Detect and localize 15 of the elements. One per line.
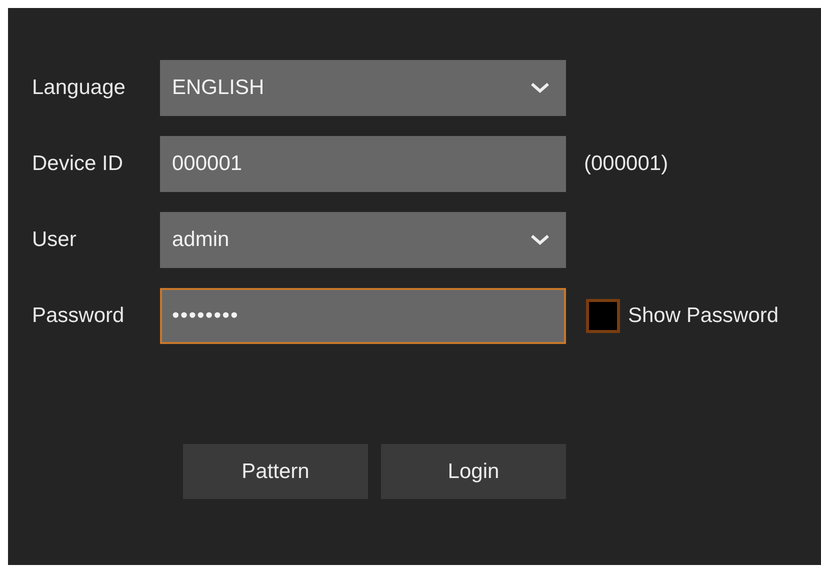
input-field[interactable]: 000001 [160,136,566,192]
checkbox-label: Show Password [628,304,779,328]
field-label: Device ID [32,152,124,176]
device-id-note: (000001) [584,152,668,176]
chevron-down-icon [530,234,550,246]
dropdown[interactable]: ENGLISH [160,60,566,116]
field-label: Language [32,76,126,100]
pattern-button[interactable]: Pattern [183,444,368,499]
field-label: User [32,228,78,252]
field-label: Password [32,304,126,328]
dropdown[interactable]: admin [160,212,566,268]
password-field[interactable]: •••••••• [160,288,566,344]
chevron-down-icon [530,82,550,94]
show-password-checkbox[interactable] [586,299,620,333]
login-button[interactable]: Login [381,444,566,499]
